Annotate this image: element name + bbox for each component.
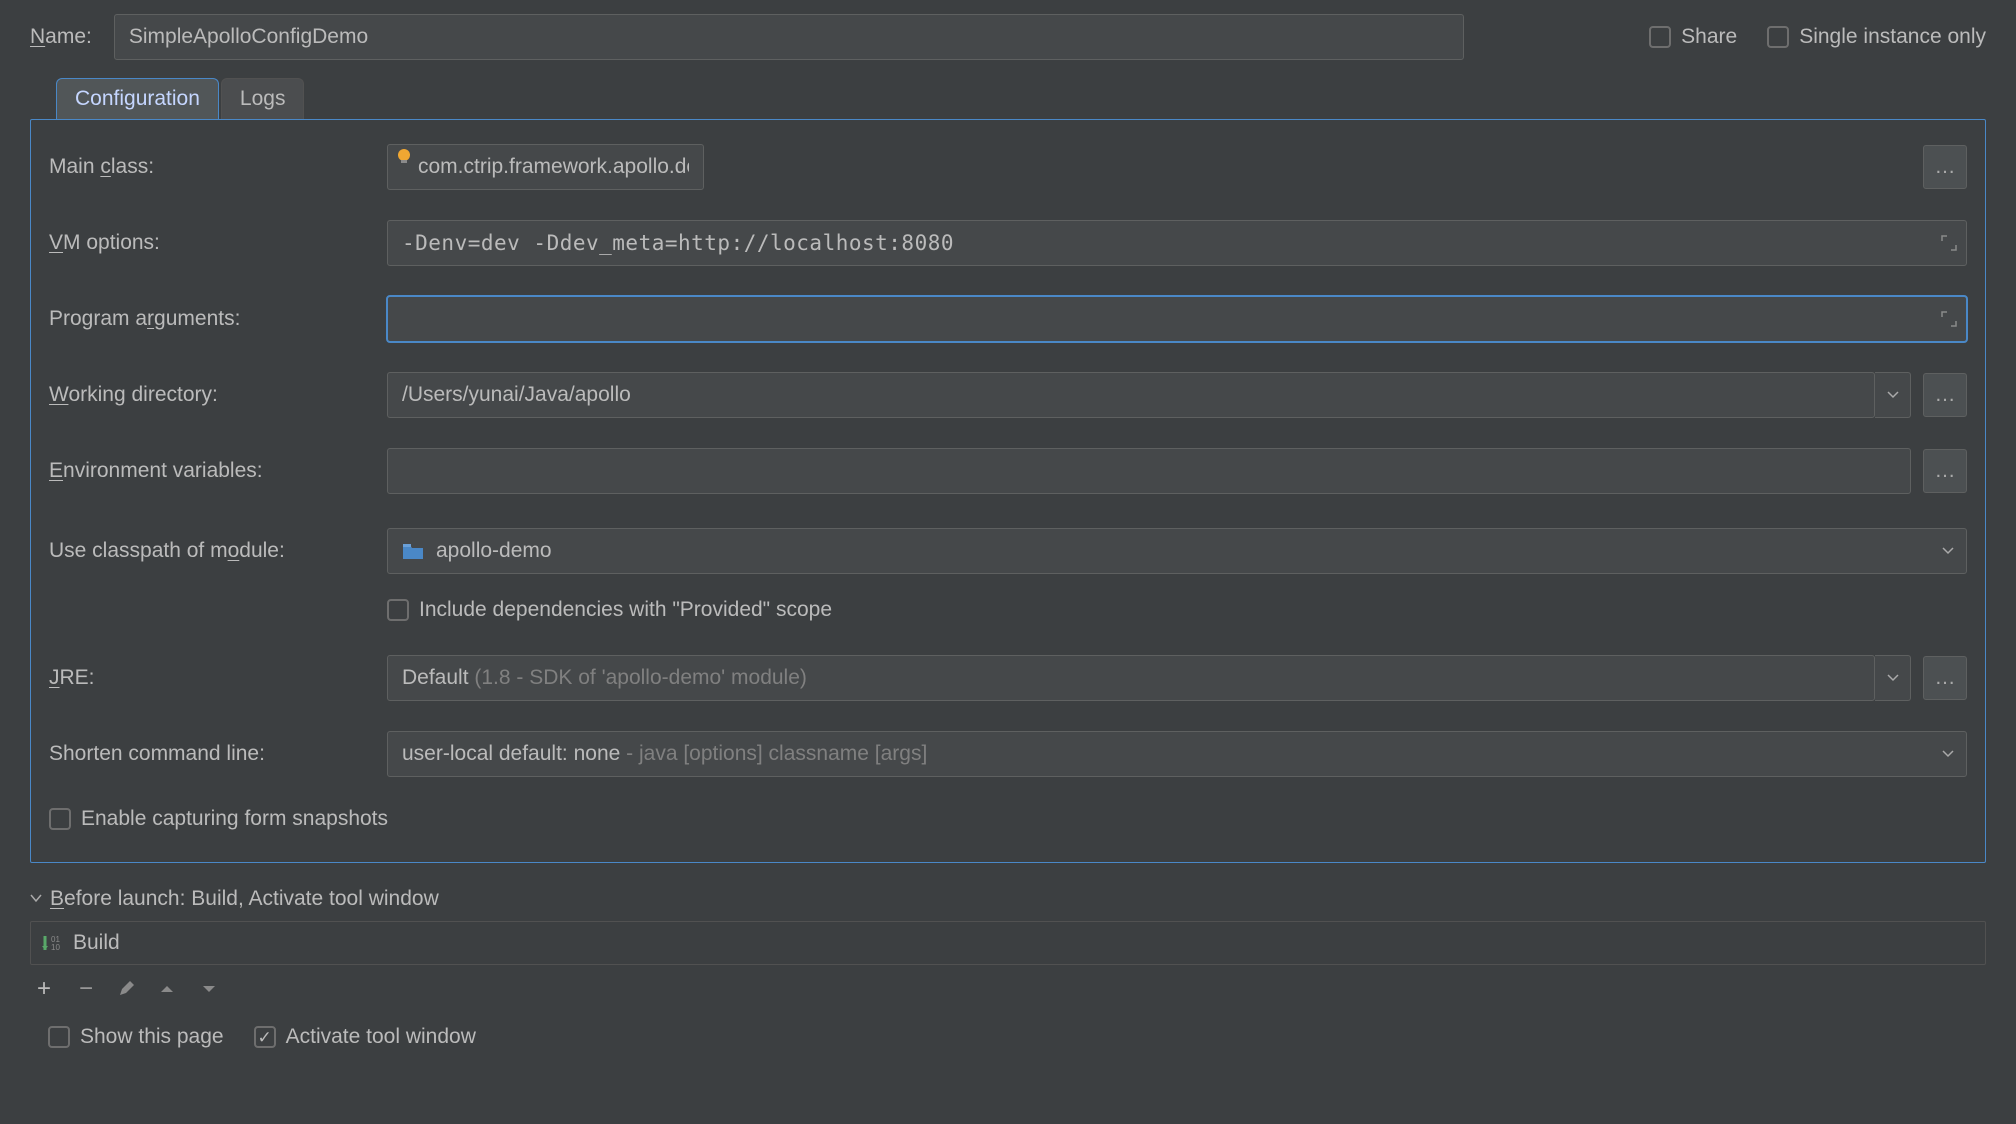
intention-bulb-icon <box>395 148 413 166</box>
tab-logs[interactable]: Logs <box>221 78 305 119</box>
checkbox-icon <box>1649 26 1671 48</box>
tabs: Configuration Logs <box>56 78 2016 119</box>
chevron-up-icon <box>160 984 174 994</box>
vm-options-input[interactable] <box>387 220 1967 266</box>
shorten-value: user-local default: none <box>402 742 620 765</box>
name-input[interactable] <box>114 14 1464 60</box>
checkbox-icon <box>387 599 409 621</box>
pencil-icon <box>118 981 134 997</box>
chevron-down-icon <box>1942 547 1954 555</box>
include-provided-label: Include dependencies with "Provided" sco… <box>419 598 832 622</box>
svg-text:10: 10 <box>51 943 60 952</box>
browse-jre-button[interactable]: … <box>1923 656 1967 700</box>
move-down-button[interactable] <box>202 984 222 994</box>
chevron-down-icon <box>202 984 216 994</box>
share-checkbox[interactable]: Share <box>1649 25 1737 49</box>
tab-configuration[interactable]: Configuration <box>56 78 219 119</box>
checkbox-icon <box>254 1026 276 1048</box>
configuration-panel: Main class: … VM options: <box>30 119 1986 863</box>
edit-button[interactable] <box>118 981 138 997</box>
checkbox-icon <box>1767 26 1789 48</box>
jre-label: JRE: <box>49 666 369 690</box>
ellipsis-icon: … <box>1935 666 1956 690</box>
module-folder-icon <box>402 542 424 560</box>
single-instance-checkbox[interactable]: Single instance only <box>1767 25 1986 49</box>
add-button[interactable]: + <box>34 975 54 1003</box>
vm-options-label: VM options: <box>49 231 369 255</box>
build-icon: 01 10 <box>41 933 63 953</box>
ellipsis-icon: … <box>1935 155 1956 179</box>
name-label: Name: <box>30 25 92 49</box>
checkbox-icon <box>49 808 71 830</box>
jre-dropdown[interactable] <box>1875 655 1911 701</box>
chevron-down-icon <box>1942 750 1954 758</box>
move-up-button[interactable] <box>160 984 180 994</box>
main-class-input[interactable] <box>387 144 704 190</box>
activate-tool-window-label: Activate tool window <box>286 1025 476 1049</box>
enable-form-snapshots-label: Enable capturing form snapshots <box>81 807 388 831</box>
environment-variables-label: Environment variables: <box>49 459 369 483</box>
shorten-command-line-label: Shorten command line: <box>49 742 369 766</box>
program-arguments-label: Program arguments: <box>49 307 369 331</box>
shorten-hint: - java [options] classname [args] <box>620 742 927 765</box>
remove-button[interactable]: − <box>76 975 96 1003</box>
show-this-page-label: Show this page <box>80 1025 224 1049</box>
main-class-label: Main class: <box>49 155 369 179</box>
activate-tool-window-checkbox[interactable]: Activate tool window <box>254 1025 476 1049</box>
enable-form-snapshots-checkbox[interactable]: Enable capturing form snapshots <box>49 807 388 831</box>
chevron-down-icon <box>1887 674 1899 682</box>
before-launch-label: Before launch: Build, Activate tool wind… <box>50 887 439 911</box>
browse-main-class-button[interactable]: … <box>1923 145 1967 189</box>
program-arguments-input[interactable] <box>387 296 1967 342</box>
jre-select[interactable]: Default (1.8 - SDK of 'apollo-demo' modu… <box>387 655 1875 701</box>
working-directory-dropdown[interactable] <box>1875 372 1911 418</box>
show-this-page-checkbox[interactable]: Show this page <box>48 1025 224 1049</box>
before-launch-header[interactable]: Before launch: Build, Activate tool wind… <box>30 887 1986 911</box>
jre-hint: (1.8 - SDK of 'apollo-demo' module) <box>469 666 807 689</box>
checkbox-icon <box>48 1026 70 1048</box>
jre-value: Default <box>402 666 469 689</box>
shorten-command-line-select[interactable]: user-local default: none - java [options… <box>387 731 1967 777</box>
chevron-down-icon <box>30 894 42 904</box>
include-provided-checkbox[interactable]: Include dependencies with "Provided" sco… <box>387 598 832 622</box>
before-launch-list[interactable]: 01 10 Build <box>30 921 1986 965</box>
browse-env-button[interactable]: … <box>1923 449 1967 493</box>
working-directory-input[interactable] <box>387 372 1875 418</box>
module-select[interactable]: apollo-demo <box>387 528 1967 574</box>
chevron-down-icon <box>1887 391 1899 399</box>
before-launch-item-label: Build <box>73 931 120 955</box>
single-instance-label: Single instance only <box>1799 25 1986 49</box>
share-label: Share <box>1681 25 1737 49</box>
browse-working-directory-button[interactable]: … <box>1923 373 1967 417</box>
working-directory-label: Working directory: <box>49 383 369 407</box>
module-classpath-label: Use classpath of module: <box>49 539 369 563</box>
ellipsis-icon: … <box>1935 383 1956 407</box>
module-value: apollo-demo <box>436 539 552 563</box>
before-launch-toolbar: + − <box>30 965 1986 1019</box>
ellipsis-icon: … <box>1935 459 1956 483</box>
environment-variables-input[interactable] <box>387 448 1911 494</box>
